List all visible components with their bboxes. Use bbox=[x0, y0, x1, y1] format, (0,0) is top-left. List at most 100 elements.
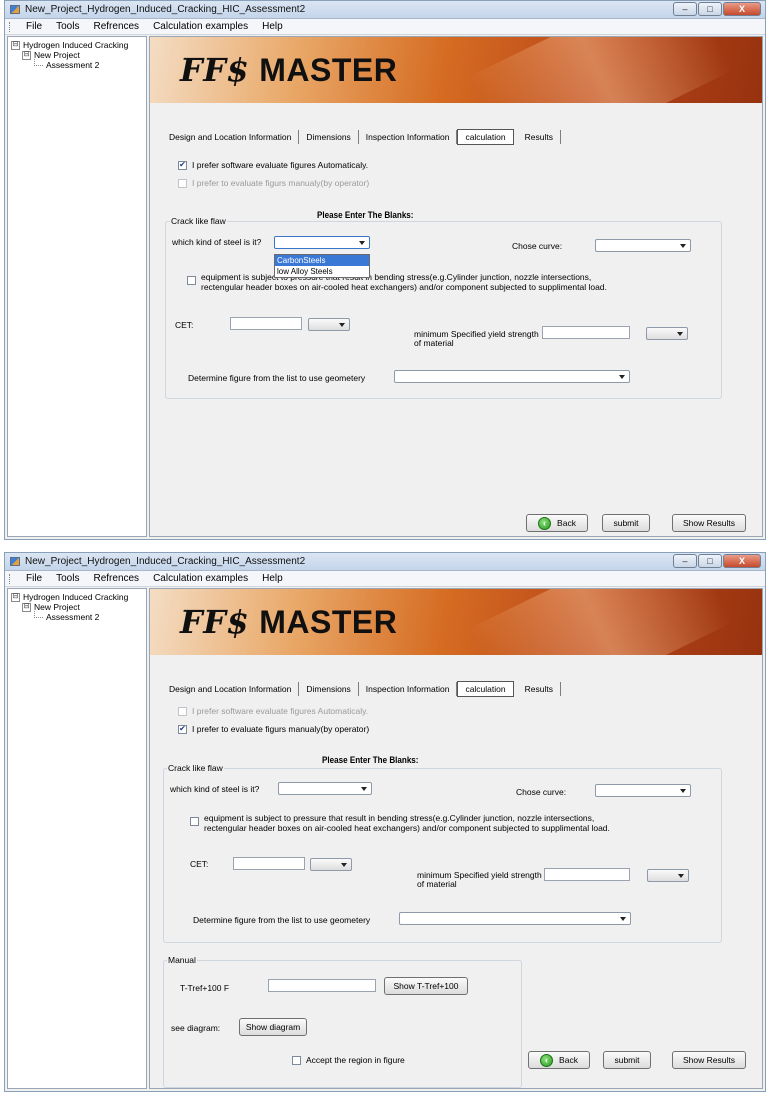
app-window-auto: New_Project_Hydrogen_Induced_Cracking_HI… bbox=[4, 0, 766, 540]
menu-tools[interactable]: Tools bbox=[49, 21, 86, 32]
manual-checkbox[interactable] bbox=[178, 178, 187, 188]
collapse-icon[interactable]: ⊟ bbox=[11, 592, 20, 602]
maximize-button[interactable]: □ bbox=[698, 554, 722, 568]
yield-label-line2: of material bbox=[417, 879, 457, 889]
app-window-manual: New_Project_Hydrogen_Induced_Cracking_HI… bbox=[4, 552, 766, 1092]
bending-text: equipment is subject to pressure that re… bbox=[201, 272, 607, 292]
steel-select[interactable] bbox=[278, 782, 372, 795]
steel-option-carbon[interactable]: CarbonSteels bbox=[275, 255, 369, 266]
crack-group-label: Crack like flaw bbox=[170, 216, 227, 226]
submit-button[interactable]: submit bbox=[603, 1051, 651, 1069]
collapse-icon[interactable]: ⊟ bbox=[22, 50, 31, 60]
steel-select[interactable] bbox=[274, 236, 370, 249]
chevron-down-icon bbox=[619, 375, 625, 379]
manual-option[interactable]: I prefer to evaluate figurs manualy(by o… bbox=[178, 178, 369, 188]
manual-checkbox[interactable]: ✔ bbox=[178, 724, 187, 734]
cet-input[interactable] bbox=[233, 857, 305, 870]
tab-results[interactable]: Results bbox=[518, 682, 561, 696]
tab-results[interactable]: Results bbox=[518, 130, 561, 144]
menu-grip bbox=[9, 21, 13, 32]
collapse-icon[interactable]: ⊟ bbox=[11, 40, 20, 50]
yield-input[interactable] bbox=[544, 868, 630, 881]
yield-unit-select[interactable] bbox=[647, 869, 689, 882]
show-results-button[interactable]: Show Results bbox=[672, 514, 746, 532]
menu-calculation-examples[interactable]: Calculation examples bbox=[146, 21, 255, 32]
auto-checkbox[interactable] bbox=[178, 706, 187, 716]
tree-line bbox=[34, 58, 43, 66]
tab-inspection[interactable]: Inspection Information bbox=[359, 130, 458, 144]
menu-file[interactable]: File bbox=[19, 21, 49, 32]
bending-option[interactable]: equipment is subject to pressure that re… bbox=[190, 813, 610, 833]
cet-unit-select[interactable] bbox=[310, 858, 352, 871]
show-tref-button[interactable]: Show T-Tref+100 bbox=[384, 977, 468, 995]
yield-input[interactable] bbox=[542, 326, 630, 339]
banner: FF$ MASTER bbox=[150, 589, 762, 655]
tab-design-location[interactable]: Design and Location Information bbox=[162, 130, 300, 144]
steel-label: which kind of steel is it? bbox=[172, 237, 262, 247]
close-button[interactable]: X bbox=[723, 2, 761, 16]
show-diagram-button[interactable]: Show diagram bbox=[239, 1018, 307, 1036]
bending-line1: equipment is subject to pressure that re… bbox=[201, 272, 592, 282]
bending-checkbox[interactable] bbox=[187, 276, 196, 285]
manual-group-label: Manual bbox=[167, 955, 197, 965]
menu-refrences[interactable]: Refrences bbox=[86, 21, 146, 32]
back-button[interactable]: ‹ Back bbox=[526, 514, 588, 532]
app-icon bbox=[10, 5, 20, 14]
tree-node-root[interactable]: ⊟ Hydrogen Induced Cracking bbox=[11, 592, 128, 602]
bending-line2: rectengular header boxes on air-cooled h… bbox=[201, 282, 607, 292]
tree-node-assessment[interactable]: Assessment 2 bbox=[34, 58, 99, 70]
tab-dimensions[interactable]: Dimensions bbox=[299, 130, 359, 144]
menu-file[interactable]: File bbox=[19, 573, 49, 584]
menu-help[interactable]: Help bbox=[255, 573, 290, 584]
tree-line bbox=[34, 610, 43, 618]
close-button[interactable]: X bbox=[723, 554, 761, 568]
chevron-down-icon bbox=[341, 863, 347, 867]
minimize-button[interactable]: – bbox=[673, 554, 697, 568]
bending-line2: rectengular header boxes on air-cooled h… bbox=[204, 823, 610, 833]
menu-calculation-examples[interactable]: Calculation examples bbox=[146, 573, 255, 584]
accept-checkbox[interactable] bbox=[292, 1055, 301, 1065]
geometry-select[interactable] bbox=[399, 912, 631, 925]
submit-button[interactable]: submit bbox=[602, 514, 650, 532]
cet-input[interactable] bbox=[230, 317, 302, 330]
menu-tools[interactable]: Tools bbox=[49, 573, 86, 584]
tref-input[interactable] bbox=[268, 979, 376, 992]
show-results-button[interactable]: Show Results bbox=[672, 1051, 746, 1069]
minimize-button[interactable]: – bbox=[673, 2, 697, 16]
geometry-select[interactable] bbox=[394, 370, 630, 383]
auto-option[interactable]: ✔ I prefer software evaluate figures Aut… bbox=[178, 160, 368, 170]
collapse-icon[interactable]: ⊟ bbox=[22, 602, 31, 612]
geometry-label: Determine figure from the list to use ge… bbox=[193, 915, 371, 925]
tree-node-assessment[interactable]: Assessment 2 bbox=[34, 610, 99, 622]
curve-select[interactable] bbox=[595, 239, 691, 252]
manual-option[interactable]: ✔ I prefer to evaluate figurs manualy(by… bbox=[178, 724, 369, 734]
title-bar: New_Project_Hydrogen_Induced_Cracking_HI… bbox=[5, 553, 765, 571]
tab-calculation[interactable]: calculation bbox=[457, 129, 514, 145]
bending-checkbox[interactable] bbox=[190, 817, 199, 826]
tree-node-root[interactable]: ⊟ Hydrogen Induced Cracking bbox=[11, 40, 128, 50]
bending-option[interactable]: equipment is subject to pressure that re… bbox=[187, 272, 607, 292]
auto-option[interactable]: I prefer software evaluate figures Autom… bbox=[178, 706, 368, 716]
auto-checkbox[interactable]: ✔ bbox=[178, 160, 187, 170]
tab-strip: Design and Location Information Dimensio… bbox=[162, 129, 561, 145]
logo-ffs: FF$ bbox=[180, 51, 250, 89]
menu-refrences[interactable]: Refrences bbox=[86, 573, 146, 584]
window-title: New_Project_Hydrogen_Induced_Cracking_HI… bbox=[25, 4, 306, 15]
tree-node-label: Hydrogen Induced Cracking bbox=[23, 592, 129, 602]
tab-design-location[interactable]: Design and Location Information bbox=[162, 682, 300, 696]
tree-node-project[interactable]: ⊟ New Project bbox=[22, 602, 80, 612]
tree-node-project[interactable]: ⊟ New Project bbox=[22, 50, 80, 60]
maximize-button[interactable]: □ bbox=[698, 2, 722, 16]
tab-dimensions[interactable]: Dimensions bbox=[299, 682, 359, 696]
menu-help[interactable]: Help bbox=[255, 21, 290, 32]
cet-unit-select[interactable] bbox=[308, 318, 350, 331]
steel-option-low-alloy[interactable]: low Alloy Steels bbox=[275, 266, 369, 277]
tab-calculation[interactable]: calculation bbox=[457, 681, 514, 697]
back-button[interactable]: ‹ Back bbox=[528, 1051, 590, 1069]
main-panel: FF$ MASTER Design and Location Informatio… bbox=[149, 588, 763, 1089]
curve-select[interactable] bbox=[595, 784, 691, 797]
yield-unit-select[interactable] bbox=[646, 327, 688, 340]
chevron-down-icon bbox=[680, 244, 686, 248]
tab-inspection[interactable]: Inspection Information bbox=[359, 682, 458, 696]
accept-option[interactable]: Accept the region in figure bbox=[292, 1055, 405, 1065]
